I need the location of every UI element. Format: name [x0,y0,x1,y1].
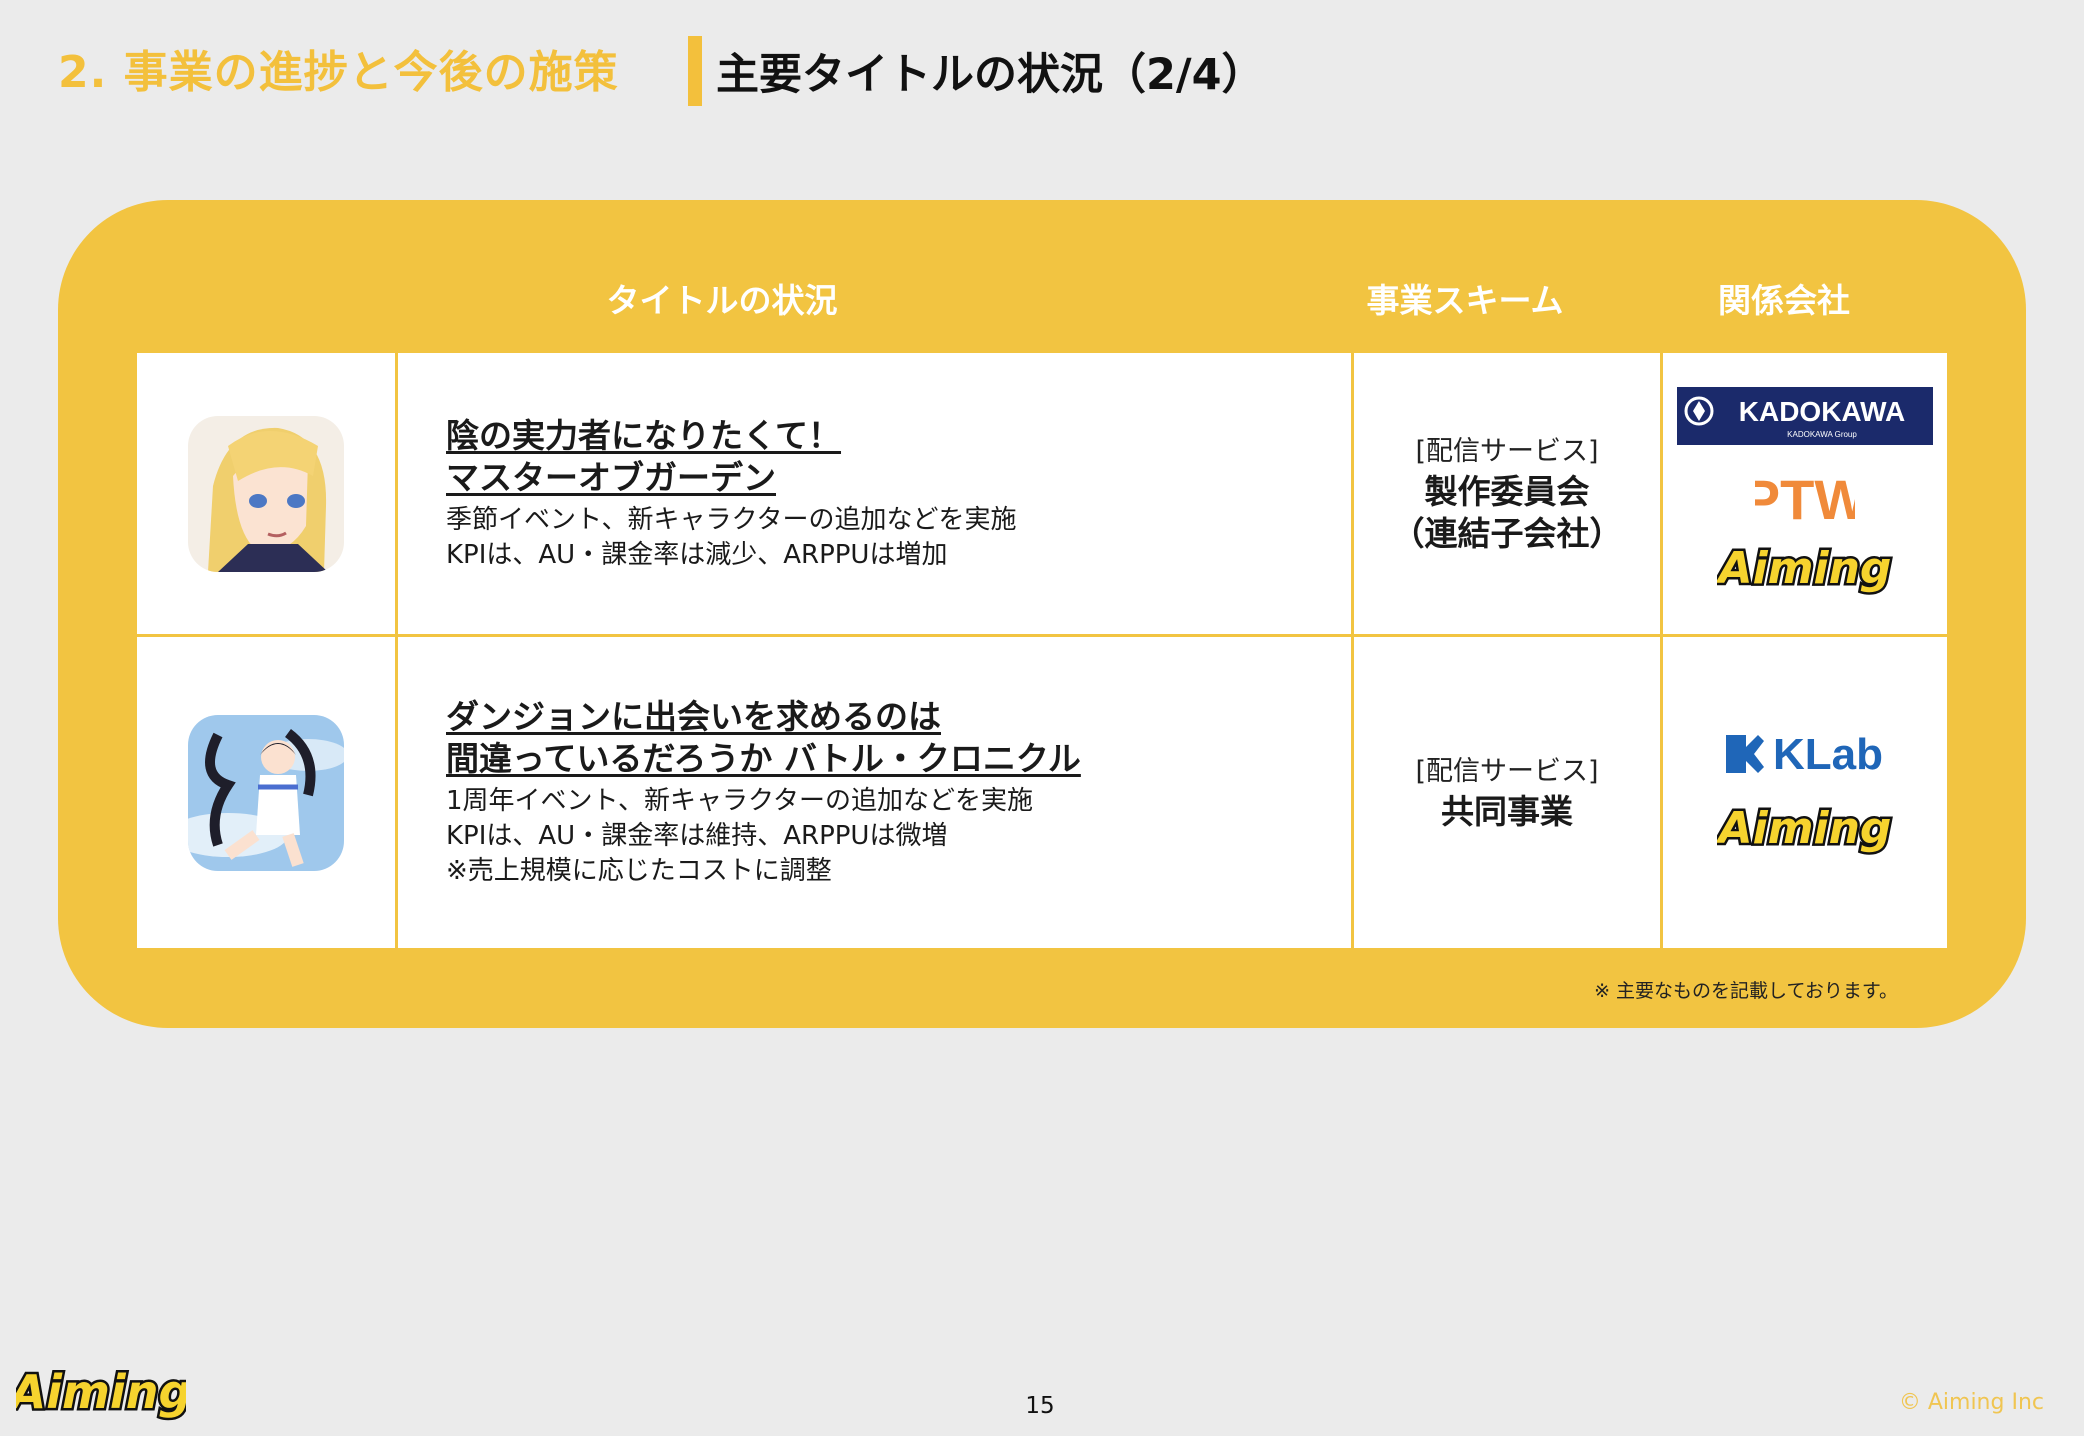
scheme-main: （連結子会社） [1391,513,1623,553]
kadokawa-logo: KADOKAWA KADOKAWA Group [1677,386,1933,445]
game-icon-danmachi [188,714,344,871]
ptw-wordmark: PTW [1755,468,1855,529]
ptw-logo: PTW [1755,468,1855,529]
scheme-main: 共同事業 [1441,791,1573,831]
game-title-line: 間違っているだろうか バトル・クロニクル [446,739,1081,778]
copyright: © Aiming Inc [1898,1390,2044,1415]
kadokawa-wordmark: KADOKAWA [1739,396,1905,427]
partners-cell: KLab Aiming [1660,634,1950,951]
game-title-line: マスターオブガーデン [446,457,776,497]
aiming-wordmark: Aiming [1717,803,1891,854]
table-row: 陰の実力者になりたくて！ マスターオブガーデン 季節イベント、新キャラクターの追… [134,350,1950,637]
game-title: ダンジョンに出会いを求めるのは 間違っているだろうか バトル・クロニクル [446,696,1351,780]
scheme-main: 製作委員会 [1424,471,1590,511]
footnote: ※ 主要なものを記載しております。 [1594,980,1898,1002]
title-info-cell: ダンジョンに出会いを求めるのは 間違っているだろうか バトル・クロニクル 1周年… [395,634,1354,951]
column-header-scheme: 事業スキーム [1366,281,1564,320]
partners-cell: KADOKAWA KADOKAWA Group PTW Aiming [1660,350,1950,637]
title-info-cell: 陰の実力者になりたくて！ マスターオブガーデン 季節イベント、新キャラクターの追… [395,350,1354,637]
description-line: KPIは、AU・課金率は減少、ARPPUは増加 [446,539,948,570]
aiming-logo: Aiming [1717,540,1893,596]
page-title: 主要タイトルの状況（2/4） [716,50,1265,100]
page-number: 15 [1025,1393,1055,1419]
description-line: 1周年イベント、新キャラクターの追加などを実施 [446,786,1033,816]
game-title: 陰の実力者になりたくて！ マスターオブガーデン [446,415,1351,499]
aiming-logo: Aiming [1717,800,1893,856]
title-accent-bar [688,36,702,106]
description-line: 季節イベント、新キャラクターの追加などを実施 [446,504,1017,535]
game-description: 季節イベント、新キャラクターの追加などを実施 KPIは、AU・課金率は減少、AR… [446,503,1351,573]
column-header-partners: 関係会社 [1718,281,1850,320]
game-icon-master-of-garden [188,415,344,572]
app-icon-cell [134,350,398,637]
scheme-cell: [配信サービス] 製作委員会 （連結子会社） [1351,350,1663,637]
game-title-line: ダンジョンに出会いを求めるのは [446,697,941,736]
section-title: 2. 事業の進捗と今後の施策 [58,47,619,98]
titles-table: 陰の実力者になりたくて！ マスターオブガーデン 季節イベント、新キャラクターの追… [134,350,1950,951]
klab-logo: KLab [1726,730,1883,779]
footer-aiming-logo: Aiming [16,1363,186,1422]
kadokawa-group-text: KADOKAWA Group [1787,430,1857,439]
game-title-line: 陰の実力者になりたくて！ [446,415,842,455]
footer-aiming-wordmark: Aiming [16,1365,186,1419]
description-line: KPIは、AU・課金率は維持、ARPPUは微増 [446,821,948,851]
description-line: ※売上規模に応じたコストに調整 [446,856,832,886]
table-row: ダンジョンに出会いを求めるのは 間違っているだろうか バトル・クロニクル 1周年… [134,634,1950,951]
scheme-subtitle: [配信サービス] [1415,435,1599,467]
scheme-cell: [配信サービス] 共同事業 [1351,634,1663,951]
scheme-subtitle: [配信サービス] [1415,755,1599,787]
column-header-status: タイトルの状況 [606,281,838,320]
app-icon-cell [134,634,398,951]
klab-wordmark: KLab [1773,730,1883,779]
aiming-wordmark: Aiming [1717,543,1891,594]
game-description: 1周年イベント、新キャラクターの追加などを実施 KPIは、AU・課金率は維持、A… [446,784,1351,889]
